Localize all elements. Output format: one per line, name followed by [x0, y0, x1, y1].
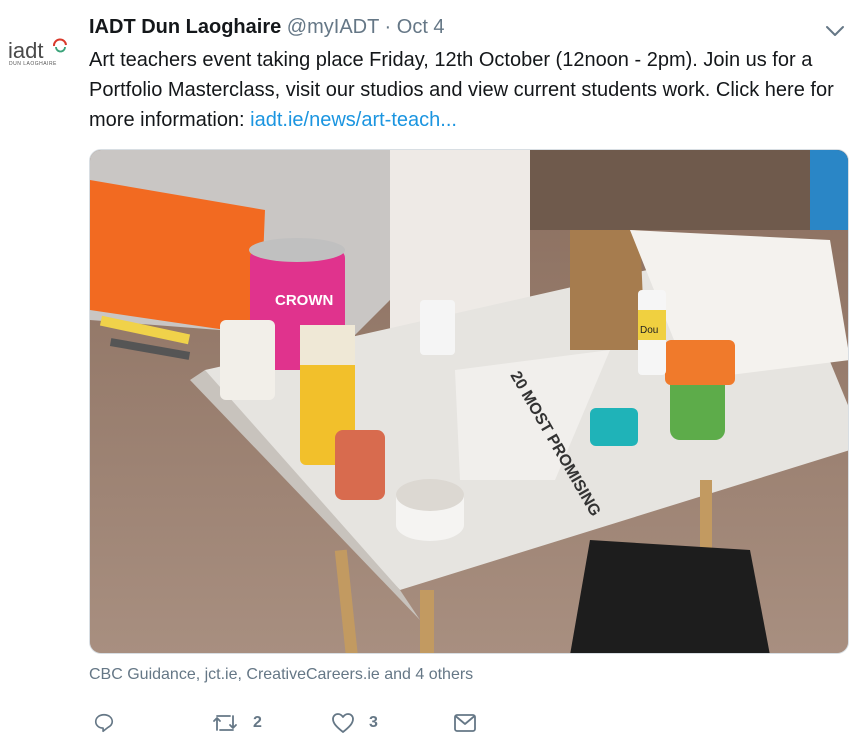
retweet-button[interactable]: 2 [211, 706, 262, 740]
bottle-label: Dou [640, 325, 658, 336]
avatar[interactable]: iadt DUN LAOGHAIRE [6, 34, 72, 68]
tweet-body: Art teachers event taking place Friday, … [89, 49, 834, 131]
separator-dot: · [384, 16, 392, 38]
tweet-image[interactable]: CROWN 20 MOST PROMISING Dou [89, 149, 849, 654]
heart-icon [332, 713, 354, 733]
chevron-down-icon[interactable] [824, 20, 846, 42]
tweet-date[interactable]: Oct 4 [397, 16, 445, 38]
like-button[interactable]: 3 [331, 706, 378, 740]
reply-icon [94, 713, 114, 733]
retweet-count: 2 [253, 714, 262, 731]
envelope-icon [454, 714, 476, 732]
tweet-link[interactable]: iadt.ie/news/art-teach... [250, 109, 457, 131]
tweet-text: Art teachers event taking place Friday, … [89, 45, 849, 135]
paint-can-label: CROWN [275, 292, 333, 309]
logo-swirl-icon [53, 38, 67, 53]
retweet-icon [213, 715, 237, 731]
logo-subtext: DUN LAOGHAIRE [9, 61, 57, 67]
tweet-card[interactable]: iadt DUN LAOGHAIRE IADT Dun Laoghaire @m… [0, 0, 864, 750]
author-handle[interactable]: @myIADT [287, 16, 379, 38]
author-name[interactable]: IADT Dun Laoghaire [89, 16, 281, 38]
tagged-users[interactable]: CBC Guidance, jct.ie, CreativeCareers.ie… [89, 666, 473, 684]
tweet-header: IADT Dun Laoghaire @myIADT · Oct 4 [89, 16, 445, 42]
reply-button[interactable] [93, 706, 115, 740]
studio-table-photo: CROWN 20 MOST PROMISING Dou [90, 150, 848, 653]
message-button[interactable] [453, 706, 477, 740]
like-count: 3 [369, 714, 378, 731]
